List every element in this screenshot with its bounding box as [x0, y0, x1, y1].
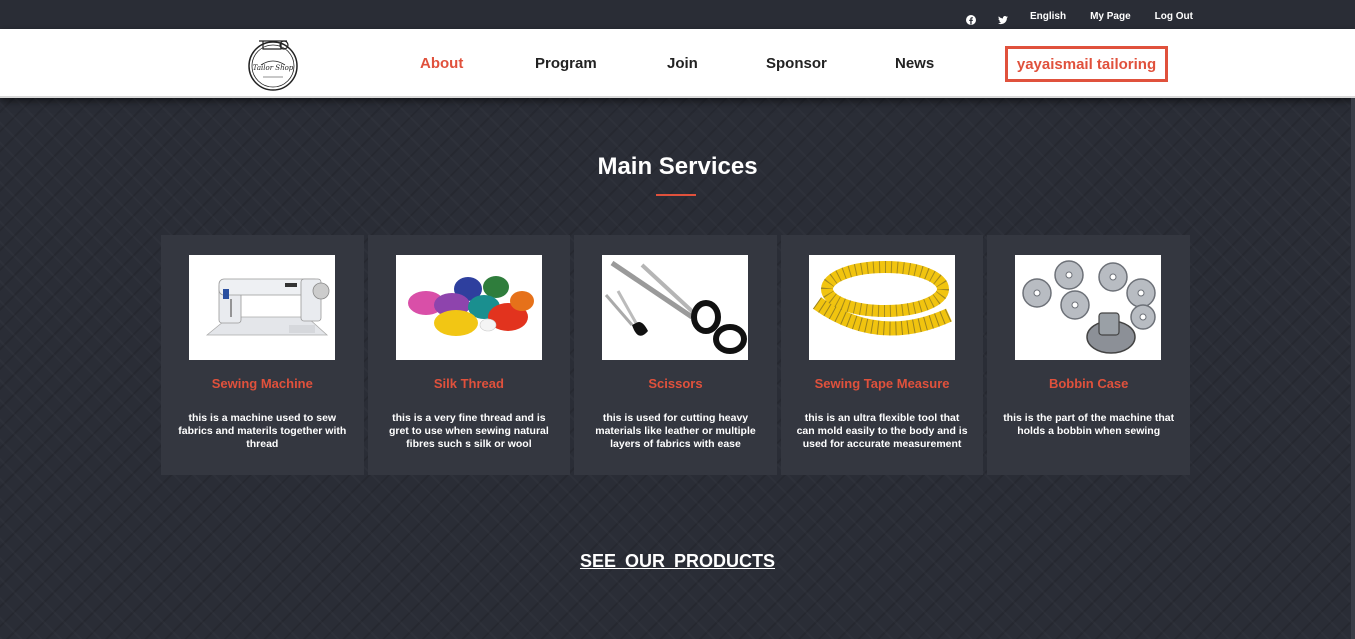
- service-description: this is a machine used to sew fabrics an…: [178, 412, 347, 450]
- facebook-icon[interactable]: [965, 12, 976, 25]
- nav-about[interactable]: About: [420, 55, 463, 72]
- twitter-icon[interactable]: [997, 12, 1008, 24]
- tape-measure-image: [808, 255, 955, 360]
- service-title: Silk Thread: [433, 376, 504, 391]
- nav-news[interactable]: News: [895, 55, 934, 72]
- main-nav: About Program Join Sponsor News yayaisma…: [0, 29, 1355, 98]
- service-card-bobbin-case[interactable]: Bobbin Case this is the part of the mach…: [987, 235, 1190, 475]
- see-our-products-link[interactable]: SEE OUR PRODUCTS: [0, 551, 1355, 572]
- service-title: Bobbin Case: [1048, 376, 1129, 391]
- silk-thread-image: [395, 255, 542, 360]
- title-underline: [656, 194, 696, 196]
- service-title: Sewing Tape Measure: [814, 376, 950, 391]
- service-description: this is used for cutting heavy materials…: [595, 412, 756, 450]
- nav-sponsor[interactable]: Sponsor: [766, 55, 827, 72]
- account-button[interactable]: yayaismail tailoring: [1005, 46, 1168, 82]
- service-title: Scissors: [648, 376, 703, 391]
- service-card-silk-thread[interactable]: Silk Thread this is a very fine thread a…: [367, 235, 571, 475]
- main-header: Tailor Shop About Program Join Sponsor N…: [0, 29, 1355, 98]
- scissors-image: [602, 255, 749, 360]
- service-description: this is an ultra flexible tool that can …: [796, 412, 968, 450]
- sewing-machine-image: [189, 255, 335, 360]
- service-description: this is a very fine thread and is gret t…: [388, 412, 549, 450]
- bobbin-case-image: [1015, 255, 1162, 360]
- service-card-scissors[interactable]: Scissors this is used for cutting heavy …: [574, 235, 777, 475]
- services-grid: Sewing Machine this is a machine used to…: [161, 235, 1190, 475]
- service-card-tape-measure[interactable]: Sewing Tape Measure this is an ultra fle…: [780, 235, 984, 475]
- service-title: Sewing Machine: [211, 376, 313, 391]
- service-card-sewing-machine[interactable]: Sewing Machine this is a machine used to…: [161, 235, 364, 475]
- my-page-link[interactable]: My Page: [1090, 11, 1131, 22]
- scrollbar[interactable]: [1351, 98, 1355, 639]
- nav-join[interactable]: Join: [667, 55, 698, 72]
- top-bar: English My Page Log Out: [0, 0, 1355, 29]
- language-link[interactable]: English: [1030, 11, 1066, 22]
- section-title: Main Services: [597, 153, 758, 180]
- nav-program[interactable]: Program: [535, 55, 597, 72]
- service-description: this is the part of the machine that hol…: [1003, 412, 1175, 437]
- log-out-link[interactable]: Log Out: [1155, 11, 1193, 22]
